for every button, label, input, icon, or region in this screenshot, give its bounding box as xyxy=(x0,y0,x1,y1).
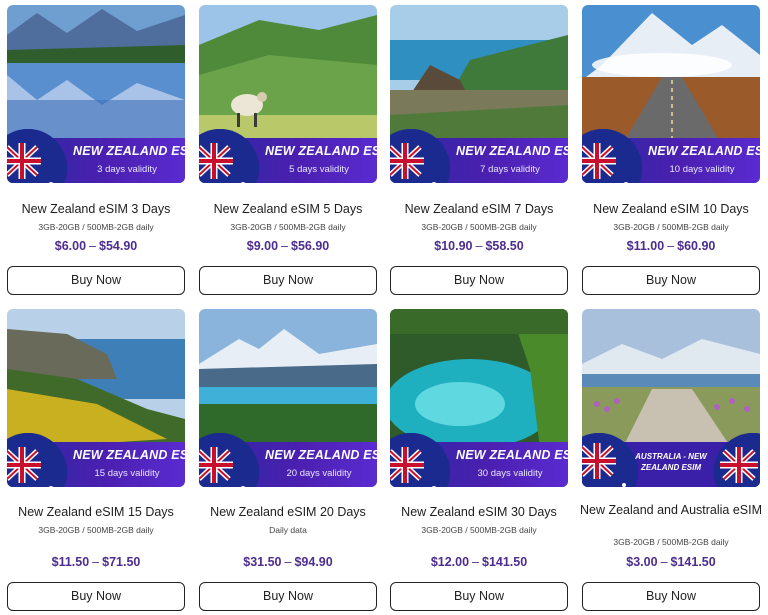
nz-flag-icon xyxy=(582,129,642,183)
banner-title: NEW ZEALAND ESIM xyxy=(456,448,568,462)
banner-title: NEW ZEALAND ESIM xyxy=(265,448,377,462)
banner-title: NEW ZEALAND ESIM xyxy=(73,448,185,462)
product-image[interactable]: NEW ZEALAND ESIM 20 days validity xyxy=(199,309,377,487)
product-card[interactable]: AUSTRALIA - NEW ZEALAND ESIM New Zealand… xyxy=(580,309,762,611)
product-price: $3.00– $141.50 xyxy=(626,555,716,569)
product-card[interactable]: NEW ZEALAND ESIM 15 days validity New Ze… xyxy=(7,309,185,611)
banner-validity: 3 days validity xyxy=(97,164,157,175)
product-spec: Daily data xyxy=(269,525,307,535)
buy-now-button[interactable]: Buy Now xyxy=(7,266,185,295)
product-spec: 3GB-20GB / 500MB-2GB daily xyxy=(38,525,154,535)
product-spec: 3GB-20GB / 500MB-2GB daily xyxy=(421,222,537,232)
buy-now-button[interactable]: Buy Now xyxy=(582,582,760,611)
nz-flag-icon xyxy=(7,433,67,487)
product-image[interactable]: NEW ZEALAND ESIM 3 days validity xyxy=(7,5,185,183)
product-card[interactable]: NEW ZEALAND ESIM 10 days validity New Ze… xyxy=(582,5,760,295)
product-price: $10.90– $58.50 xyxy=(434,239,524,253)
product-image[interactable]: NEW ZEALAND ESIM 30 days validity xyxy=(390,309,568,487)
product-title[interactable]: New Zealand eSIM 20 Days xyxy=(191,505,385,520)
product-image[interactable]: NEW ZEALAND ESIM 10 days validity xyxy=(582,5,760,183)
buy-now-button[interactable]: Buy Now xyxy=(199,582,377,611)
product-title[interactable]: New Zealand eSIM 7 Days xyxy=(382,202,576,217)
product-title[interactable]: New Zealand eSIM 15 Days xyxy=(0,505,193,520)
banner-title: NEW ZEALAND ESIM xyxy=(73,144,185,158)
nz-flag-icon xyxy=(199,433,259,487)
product-title[interactable]: New Zealand and Australia eSIM xyxy=(574,503,768,518)
product-grid: NEW ZEALAND ESIM 3 days validity New Zea… xyxy=(0,0,768,615)
product-title[interactable]: New Zealand eSIM 3 Days xyxy=(0,202,193,217)
banner-validity: 30 days validity xyxy=(477,468,543,479)
product-price: $12.00– $141.50 xyxy=(430,555,528,569)
product-card[interactable]: NEW ZEALAND ESIM 30 days validity New Ze… xyxy=(390,309,568,611)
product-spec: 3GB-20GB / 500MB-2GB daily xyxy=(613,537,729,547)
buy-now-button[interactable]: Buy Now xyxy=(390,582,568,611)
banner-title: AUSTRALIA - NEW ZEALAND ESIM xyxy=(635,452,707,472)
product-card[interactable]: NEW ZEALAND ESIM 7 days validity New Zea… xyxy=(390,5,568,295)
banner-title: NEW ZEALAND ESIM xyxy=(456,144,568,158)
product-price: $31.50– $94.90 xyxy=(243,555,333,569)
buy-now-button[interactable]: Buy Now xyxy=(390,266,568,295)
banner-validity: 20 days validity xyxy=(286,468,352,479)
product-price: $9.00– $56.90 xyxy=(246,239,330,253)
product-image[interactable]: AUSTRALIA - NEW ZEALAND ESIM xyxy=(582,309,760,487)
banner-title: NEW ZEALAND ESIM xyxy=(648,144,760,158)
product-price: $11.00– $60.90 xyxy=(626,239,716,253)
product-spec: 3GB-20GB / 500MB-2GB daily xyxy=(613,222,729,232)
product-image[interactable]: NEW ZEALAND ESIM 7 days validity xyxy=(390,5,568,183)
nz-flag-icon xyxy=(390,433,450,487)
product-price: $11.50– $71.50 xyxy=(51,555,141,569)
nz-flag-icon xyxy=(7,129,67,183)
product-card[interactable]: NEW ZEALAND ESIM 20 days validity New Ze… xyxy=(199,309,377,611)
product-card[interactable]: NEW ZEALAND ESIM 5 days validity New Zea… xyxy=(199,5,377,295)
product-title[interactable]: New Zealand eSIM 30 Days xyxy=(382,505,576,520)
banner-validity: 15 days validity xyxy=(94,468,160,479)
product-image[interactable]: NEW ZEALAND ESIM 15 days validity xyxy=(7,309,185,487)
banner-validity: 7 days validity xyxy=(480,164,540,175)
banner-validity: 5 days validity xyxy=(289,164,349,175)
buy-now-button[interactable]: Buy Now xyxy=(582,266,760,295)
buy-now-button[interactable]: Buy Now xyxy=(7,582,185,611)
product-spec: 3GB-20GB / 500MB-2GB daily xyxy=(230,222,346,232)
product-spec: 3GB-20GB / 500MB-2GB daily xyxy=(421,525,537,535)
product-price: $6.00– $54.90 xyxy=(54,239,138,253)
nz-flag-icon xyxy=(390,129,450,183)
buy-now-button[interactable]: Buy Now xyxy=(199,266,377,295)
product-card[interactable]: NEW ZEALAND ESIM 3 days validity New Zea… xyxy=(7,5,185,295)
nz-flag-icon xyxy=(199,129,259,183)
product-image[interactable]: NEW ZEALAND ESIM 5 days validity xyxy=(199,5,377,183)
product-title[interactable]: New Zealand eSIM 10 Days xyxy=(574,202,768,217)
product-spec: 3GB-20GB / 500MB-2GB daily xyxy=(38,222,154,232)
banner-title: NEW ZEALAND ESIM xyxy=(265,144,377,158)
product-title[interactable]: New Zealand eSIM 5 Days xyxy=(191,202,385,217)
nz-flag-icon xyxy=(714,433,760,487)
banner-validity: 10 days validity xyxy=(669,164,735,175)
